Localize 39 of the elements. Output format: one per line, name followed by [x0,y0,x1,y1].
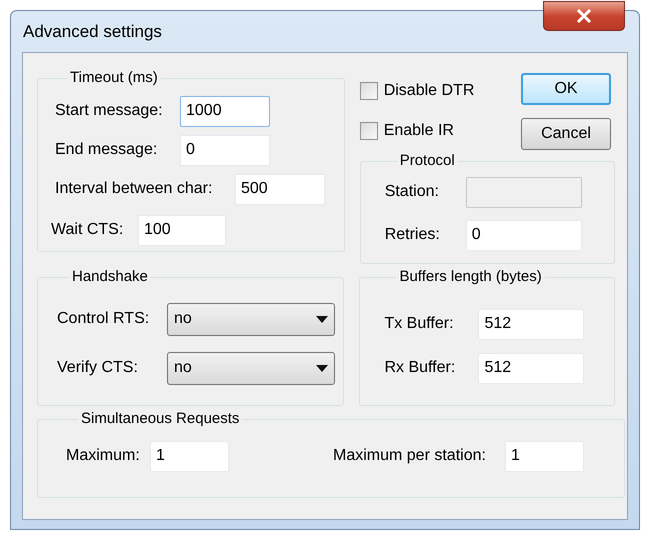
field-label: End message: [55,140,158,160]
close-icon [576,9,592,23]
caret-icon [316,316,328,322]
checkbox-label: Disable DTR [384,81,474,101]
group-title: Handshake [71,267,149,287]
window-title: Advanced settings [23,20,162,43]
input-field[interactable]: 512 [478,308,584,340]
input-field[interactable]: 500 [235,174,325,204]
dialog-button[interactable]: Cancel [521,118,611,150]
caret-icon [316,364,328,372]
field-label: Retries: [384,225,441,245]
input-field[interactable]: 1000 [180,96,270,126]
field-label: Interval between char: [55,179,214,199]
input-field[interactable]: 512 [478,352,584,384]
field-label: Verify CTS: [57,358,139,378]
field-label: Maximum per station: [333,446,487,466]
input-field[interactable]: 1 [150,440,229,472]
input-field[interactable]: 1 [505,440,584,472]
close-button[interactable] [543,1,625,31]
checkbox-label: Enable IR [384,121,454,141]
field-label: Wait CTS: [51,220,124,240]
checkbox[interactable] [360,82,378,100]
field-label: Rx Buffer: [384,358,456,378]
field-label: Station: [384,182,440,202]
dialog-button[interactable]: OK [521,73,611,105]
dropdown[interactable]: no [167,352,335,384]
dropdown[interactable]: no [167,302,335,336]
group-title: Timeout (ms) [69,68,159,88]
group-title: Buffers length (bytes) [398,267,543,287]
field-label: Start message: [55,101,164,121]
group-title: Protocol [398,151,456,171]
field-label: Tx Buffer: [384,314,455,334]
field-label: Control RTS: [57,309,150,329]
input-field[interactable]: 0 [466,220,582,250]
input-field[interactable]: 0 [180,134,270,166]
group-title: Simultaneous Requests [80,409,240,429]
checkbox[interactable] [360,122,378,140]
field-label: Maximum: [66,446,141,466]
input-field[interactable]: 100 [138,214,226,246]
